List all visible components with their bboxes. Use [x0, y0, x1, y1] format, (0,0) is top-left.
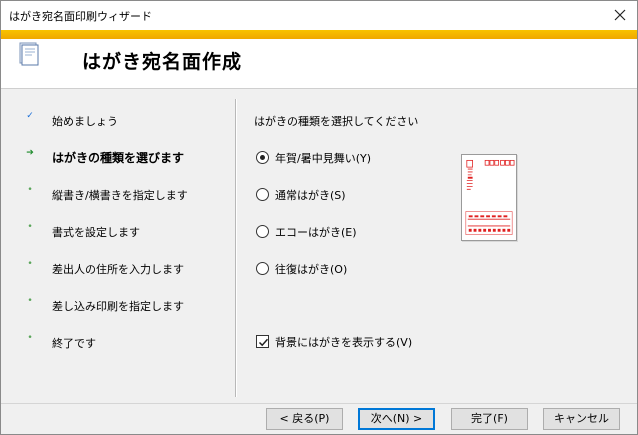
radio-button[interactable] — [256, 151, 269, 164]
show-background-checkbox[interactable] — [256, 335, 269, 348]
step-label: 差出人の住所を入力します — [52, 263, 184, 276]
title-bar: はがき宛名面印刷ウィザード — [1, 1, 637, 30]
dot-icon: • — [27, 333, 33, 343]
dot-icon: • — [27, 259, 33, 269]
step-item-merge: • 差し込み印刷を指定します — [1, 294, 235, 316]
postcard-preview-icon — [461, 154, 517, 241]
radio-new-year[interactable]: 年賀/暑中見舞い(Y) — [256, 150, 446, 170]
card-type-panel: はがきの種類を選択してください 年賀/暑中見舞い(Y) 通常はがき(S) エコー… — [254, 89, 634, 403]
wizard-window: はがき宛名面印刷ウィザード はがき宛名面作成 ✓ 始めましょう ➔ はがきの種類… — [0, 0, 638, 435]
radio-eco[interactable]: エコーはがき(E) — [256, 224, 446, 244]
finish-button[interactable]: 完了(F) — [451, 408, 528, 430]
radio-normal[interactable]: 通常はがき(S) — [256, 187, 446, 207]
checkmark-icon — [258, 338, 269, 347]
wizard-header: はがき宛名面作成 — [1, 39, 637, 89]
radio-label[interactable]: 通常はがき(S) — [275, 187, 346, 203]
radio-button[interactable] — [256, 188, 269, 201]
step-label: 縦書き/横書きを指定します — [52, 189, 188, 202]
step-list: ✓ 始めましょう ➔ はがきの種類を選びます • 縦書き/横書きを指定します •… — [1, 89, 235, 403]
next-button[interactable]: 次へ(N) > — [358, 408, 435, 430]
banner-stripe — [1, 30, 637, 39]
step-label: 書式を設定します — [52, 226, 140, 239]
dot-icon: • — [27, 185, 33, 195]
step-item-format: • 書式を設定します — [1, 220, 235, 242]
wizard-footer: < 戻る(P) 次へ(N) > 完了(F) キャンセル — [1, 403, 637, 434]
cancel-button[interactable]: キャンセル — [543, 408, 620, 430]
postcard-logo-icon — [19, 42, 39, 66]
card-type-prompt: はがきの種類を選択してください — [254, 115, 419, 128]
check-icon: ✓ — [26, 111, 34, 121]
step-item-start: ✓ 始めましょう — [1, 109, 235, 131]
page-heading: はがき宛名面作成 — [82, 51, 243, 73]
arrow-icon: ➔ — [26, 148, 34, 158]
radio-reply[interactable]: 往復はがき(O) — [256, 261, 446, 281]
step-item-sender: • 差出人の住所を入力します — [1, 257, 235, 279]
step-label: 差し込み印刷を指定します — [52, 300, 184, 313]
step-label: はがきの種類を選びます — [52, 151, 185, 165]
close-icon — [614, 9, 626, 21]
dot-icon: • — [27, 222, 33, 232]
step-label: 終了です — [52, 337, 96, 350]
show-background-label[interactable]: 背景にはがきを表示する(V) — [275, 334, 412, 350]
panel-divider — [235, 99, 236, 397]
radio-button[interactable] — [256, 225, 269, 238]
close-button[interactable] — [609, 5, 631, 25]
radio-button[interactable] — [256, 262, 269, 275]
show-background-checkbox-row[interactable]: 背景にはがきを表示する(V) — [256, 334, 496, 354]
wizard-content: ✓ 始めましょう ➔ はがきの種類を選びます • 縦書き/横書きを指定します •… — [1, 89, 637, 403]
step-item-orientation: • 縦書き/横書きを指定します — [1, 183, 235, 205]
back-button[interactable]: < 戻る(P) — [266, 408, 343, 430]
radio-label[interactable]: エコーはがき(E) — [275, 224, 357, 240]
window-title: はがき宛名面印刷ウィザード — [9, 10, 152, 23]
step-item-card-type: ➔ はがきの種類を選びます — [1, 146, 235, 168]
dot-icon: • — [27, 296, 33, 306]
radio-label[interactable]: 往復はがき(O) — [275, 261, 347, 277]
step-item-finish: • 終了です — [1, 331, 235, 353]
step-label: 始めましょう — [52, 115, 118, 128]
radio-label[interactable]: 年賀/暑中見舞い(Y) — [275, 150, 371, 166]
